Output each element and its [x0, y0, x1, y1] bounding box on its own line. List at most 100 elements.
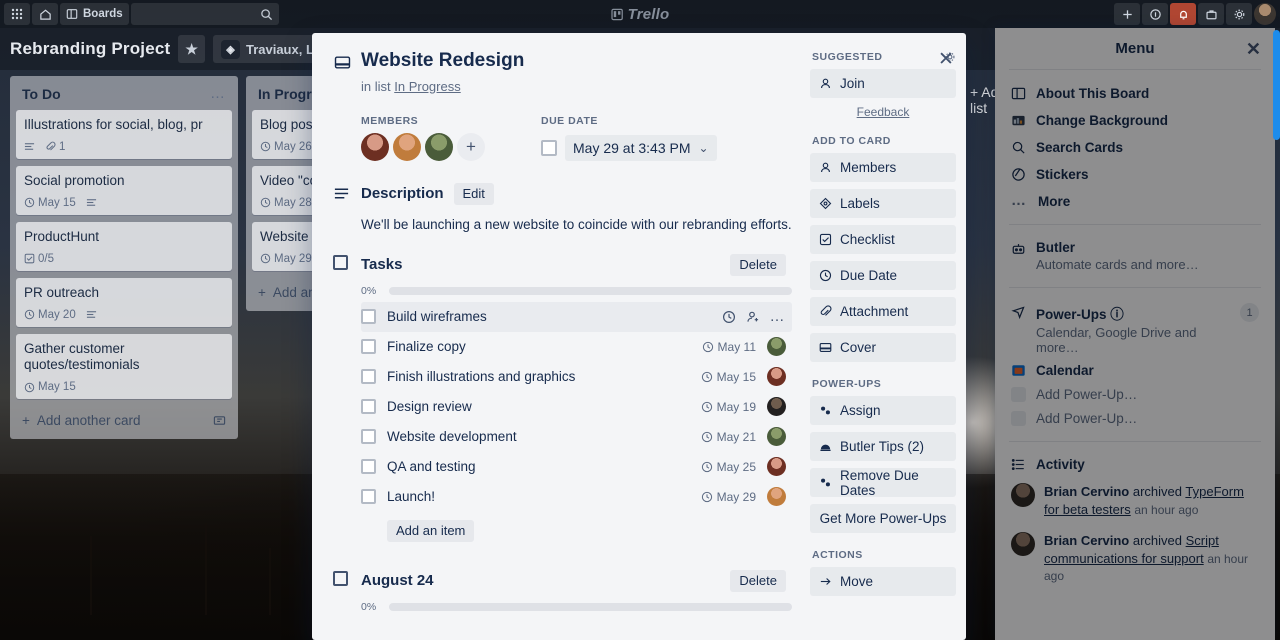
menu-item-add-power-up-1[interactable]: Add Power-Up…	[1009, 384, 1261, 408]
checklist-item-due[interactable]: May 25	[701, 460, 756, 474]
menu-item-stickers[interactable]: Stickers	[1009, 161, 1261, 188]
home-icon[interactable]	[32, 3, 58, 25]
in-list-link[interactable]: In Progress	[394, 79, 460, 94]
avatar[interactable]	[393, 132, 421, 161]
avatar[interactable]	[767, 337, 786, 357]
menu-item-butler[interactable]: Butler Automate cards and more…	[1009, 234, 1261, 278]
list-item[interactable]: Social promotion May 15	[16, 165, 232, 215]
menu-item-power-ups[interactable]: Power-Ups ⓘ Calendar, Google Drive and m…	[1009, 297, 1261, 361]
page-title: Rebranding Project	[10, 39, 171, 58]
avatar[interactable]	[767, 487, 786, 507]
avatar[interactable]	[1011, 532, 1035, 557]
checklist-item-due[interactable]: May 21	[701, 430, 756, 444]
menu-item-calendar[interactable]: Calendar	[1009, 361, 1261, 384]
card-template-icon[interactable]	[213, 414, 226, 427]
avatar[interactable]	[1254, 3, 1276, 25]
list-item[interactable]: PR outreach May 20	[16, 277, 232, 327]
star-board-button[interactable]: ★	[178, 35, 205, 63]
checklist-item[interactable]: Finish illustrations and graphics May 15	[361, 362, 792, 392]
list-menu-icon[interactable]: …	[210, 86, 226, 101]
description-text[interactable]: We'll be launching a new website to coin…	[361, 217, 792, 232]
delete-checklist-button[interactable]: Delete	[730, 253, 786, 276]
info-icon[interactable]	[1142, 3, 1168, 25]
notifications-bell-icon[interactable]	[1170, 3, 1196, 25]
avatar[interactable]	[1011, 483, 1035, 507]
list-item[interactable]: Gather customer quotes/testimonials May …	[16, 333, 232, 400]
list-item[interactable]: ProductHunt 0/5	[16, 221, 232, 271]
placeholder-icon	[1011, 387, 1026, 402]
menu-item-label: Stickers	[1036, 167, 1089, 182]
feedback-link[interactable]: Feedback	[810, 105, 956, 119]
checklist-item[interactable]: Launch! May 29	[361, 482, 792, 512]
avatar[interactable]	[767, 427, 786, 447]
avatar[interactable]	[425, 132, 453, 161]
checklist-item[interactable]: Finalize copy May 11	[361, 332, 792, 362]
sidebar-item-attachment[interactable]: Attachment	[810, 297, 956, 326]
edit-description-button[interactable]: Edit	[453, 182, 494, 205]
menu-item-about-this-board[interactable]: About This Board	[1009, 80, 1261, 107]
menu-item-search-cards[interactable]: Search Cards	[1009, 134, 1261, 161]
checklist-item-checkbox[interactable]	[361, 489, 376, 505]
vertical-scrollbar[interactable]	[1273, 30, 1280, 140]
gear-icon[interactable]	[1226, 3, 1252, 25]
avatar[interactable]	[361, 132, 389, 161]
sidebar-item-members[interactable]: Members	[810, 153, 956, 182]
avatar[interactable]	[767, 397, 786, 417]
more-icon[interactable]: …	[770, 309, 787, 324]
checklist-item-checkbox[interactable]	[361, 399, 376, 415]
members-block: MEMBERS +	[361, 115, 485, 161]
list-item[interactable]: Illustrations for social, blog, pr 1	[16, 110, 232, 159]
due-date-button[interactable]: May 29 at 3:43 PM ⌄	[565, 134, 717, 161]
clock-icon[interactable]	[722, 310, 736, 324]
checklist-item-checkbox[interactable]	[361, 309, 376, 325]
add-another-card-button[interactable]: + Add another card	[16, 406, 232, 437]
delete-checklist-button[interactable]: Delete	[730, 569, 786, 592]
sidebar-item-remove-due-dates[interactable]: Remove Due Dates	[810, 468, 956, 498]
due-date-checkbox[interactable]	[541, 139, 557, 156]
checklist-item-checkbox[interactable]	[361, 429, 376, 445]
due-date-badge: May 15	[24, 197, 76, 209]
checklist-item-due[interactable]: May 11	[702, 340, 756, 354]
card-title: ProductHunt	[24, 228, 100, 244]
sidebar-item-labels[interactable]: Labels	[810, 189, 956, 218]
checklist-item[interactable]: Website development May 21	[361, 422, 792, 452]
checklist-item[interactable]: Design review May 19	[361, 392, 792, 422]
checklist-item-due[interactable]: May 15	[701, 370, 756, 384]
add-member-button[interactable]: +	[457, 132, 485, 161]
checklist-item-due[interactable]: May 29	[701, 490, 756, 504]
checklist-item[interactable]: QA and testing May 25	[361, 452, 792, 482]
add-member-icon[interactable]	[746, 310, 760, 324]
avatar[interactable]	[767, 457, 786, 477]
clock-icon	[819, 269, 832, 282]
close-icon[interactable]: ✕	[1246, 39, 1261, 60]
add-icon[interactable]	[1114, 3, 1140, 25]
activity-user[interactable]: Brian Cervino	[1044, 533, 1129, 548]
briefcase-icon[interactable]	[1198, 3, 1224, 25]
boards-button[interactable]: Boards	[60, 3, 129, 25]
menu-item-more[interactable]: … More	[1009, 188, 1261, 215]
activity-entry: Brian Cervino archived TypeForm for beta…	[1009, 476, 1261, 525]
apps-grid-icon[interactable]	[4, 3, 30, 25]
sidebar-item-butler-tips[interactable]: Butler Tips (2)	[810, 432, 956, 461]
checklist-item[interactable]: Build wireframes …	[361, 301, 792, 332]
sidebar-item-cover[interactable]: Cover	[810, 333, 956, 362]
sidebar-item-due-date[interactable]: Due Date	[810, 261, 956, 290]
menu-item-add-power-up-2[interactable]: Add Power-Up…	[1009, 408, 1261, 432]
activity-user[interactable]: Brian Cervino	[1044, 484, 1129, 499]
sidebar-item-assign[interactable]: Assign	[810, 396, 956, 425]
card-badges: 0/5	[24, 253, 224, 265]
sidebar-item-get-more-power-ups[interactable]: Get More Power-Ups	[810, 504, 956, 533]
close-icon[interactable]: ✕	[931, 44, 961, 74]
menu-item-change-background[interactable]: Change Background	[1009, 107, 1261, 134]
add-checklist-item-button[interactable]: Add an item	[387, 519, 475, 542]
checklist-item-checkbox[interactable]	[361, 339, 376, 355]
avatar[interactable]	[767, 367, 786, 387]
checklist-item-due[interactable]: May 19	[701, 400, 756, 414]
checklist-item-checkbox[interactable]	[361, 459, 376, 475]
sidebar-item-move[interactable]: Move	[810, 567, 956, 596]
sidebar-item-checklist[interactable]: Checklist	[810, 225, 956, 254]
label-icon	[819, 197, 832, 210]
search-input[interactable]	[130, 3, 279, 25]
checklist-progress: 0%	[361, 601, 792, 613]
checklist-item-checkbox[interactable]	[361, 369, 376, 385]
